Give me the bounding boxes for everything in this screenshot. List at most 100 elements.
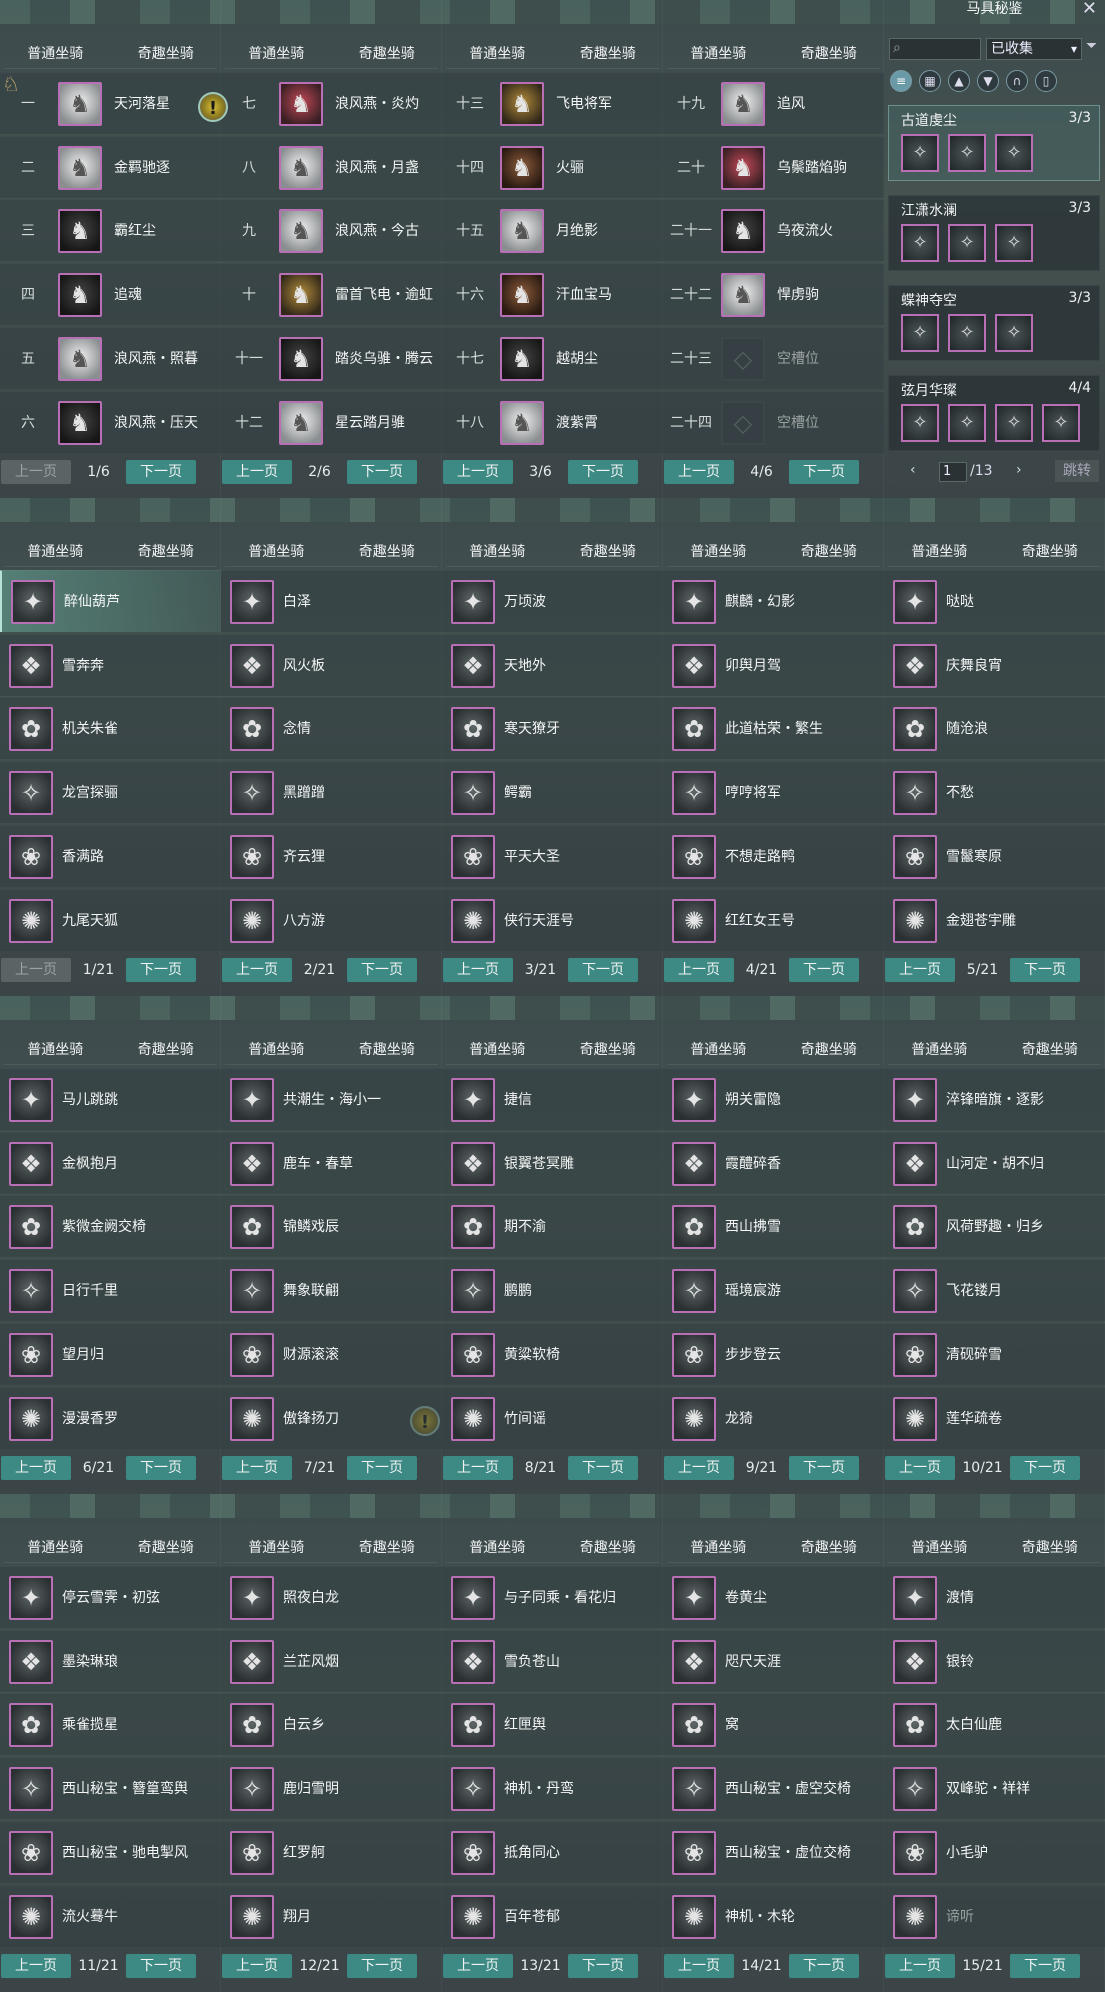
mount-row[interactable]: ✺ 九尾天狐 bbox=[0, 888, 221, 951]
mount-row[interactable]: ✧ 瑶境宸游 bbox=[663, 1259, 884, 1322]
mount-row[interactable]: ❀ 齐云狸 bbox=[221, 824, 442, 887]
mount-row[interactable]: 十八 ♞ 渡紫霄 bbox=[442, 390, 663, 453]
prev-page-button[interactable]: 上一页 bbox=[1, 1456, 71, 1480]
mount-row[interactable]: ✿ 窝 bbox=[663, 1693, 884, 1756]
prev-page-button[interactable]: 上一页 bbox=[664, 958, 734, 982]
mount-row[interactable]: ✧ 哼哼将军 bbox=[663, 761, 884, 824]
mount-row[interactable]: ✦ 朔关雷隐 bbox=[663, 1068, 884, 1130]
mount-row[interactable]: 二十四 ◇ 空槽位 bbox=[663, 390, 884, 453]
mount-row[interactable]: ✿ 机关朱雀 bbox=[0, 697, 221, 760]
mount-row[interactable]: ✧ 双峰驼・祥祥 bbox=[884, 1757, 1105, 1820]
mount-row[interactable]: ❀ 抵角同心 bbox=[442, 1820, 663, 1883]
tab-normal-mounts[interactable]: 普通坐骑 bbox=[663, 1536, 774, 1560]
mount-row[interactable]: ✦ 共潮生・海小一 bbox=[221, 1068, 442, 1130]
mount-row[interactable]: ✺ 侠行天涯号 bbox=[442, 888, 663, 951]
mount-row[interactable]: ✺ 谛听 bbox=[884, 1884, 1105, 1947]
mount-row[interactable]: ✧ 西山秘宝・虚空交椅 bbox=[663, 1757, 884, 1820]
tab-fun-mounts[interactable]: 奇趣坐骑 bbox=[111, 1536, 222, 1560]
mount-row[interactable]: ✿ 念情 bbox=[221, 697, 442, 760]
prev-page-button[interactable]: 上一页 bbox=[443, 958, 513, 982]
tab-normal-mounts[interactable]: 普通坐骑 bbox=[884, 1038, 995, 1062]
mount-row[interactable]: 五 ♞ 浪风燕・照暮 bbox=[0, 326, 221, 389]
mount-row[interactable]: 二十 ♞ 乌鬃踏焰驹 bbox=[663, 135, 884, 198]
mount-row[interactable]: ✦ 渡情 bbox=[884, 1566, 1105, 1628]
grid-icon[interactable]: ▦ bbox=[919, 70, 941, 92]
mount-row[interactable]: ✺ 流火蓦牛 bbox=[0, 1884, 221, 1947]
mount-row[interactable]: ✧ 龙宫探骊 bbox=[0, 761, 221, 824]
mount-row[interactable]: ✿ 锦鳞戏辰 bbox=[221, 1195, 442, 1258]
tab-normal-mounts[interactable]: 普通坐骑 bbox=[663, 1038, 774, 1062]
mount-row[interactable]: ❀ 财源滚滚 bbox=[221, 1322, 442, 1385]
mount-row[interactable]: ❖ 鹿车・春草 bbox=[221, 1131, 442, 1194]
next-page-button[interactable]: 下一页 bbox=[347, 1954, 417, 1978]
mount-row[interactable]: ❀ 香满路 bbox=[0, 824, 221, 887]
tab-fun-mounts[interactable]: 奇趣坐骑 bbox=[332, 1038, 443, 1062]
equipment-item-icon[interactable]: ✧ bbox=[995, 134, 1033, 172]
mount-row[interactable]: ✺ 漫漫香罗 bbox=[0, 1386, 221, 1449]
mount-row[interactable]: ✧ 飞花镂月 bbox=[884, 1259, 1105, 1322]
equipment-item-icon[interactable]: ✧ bbox=[901, 134, 939, 172]
mount-row[interactable]: 十 ♞ 雷首飞电・逾虹 bbox=[221, 263, 442, 326]
mount-row[interactable]: 二十二 ♞ 悍虏驹 bbox=[663, 263, 884, 326]
equipment-item-icon[interactable]: ✧ bbox=[1042, 404, 1080, 442]
mount-row[interactable]: ❖ 庆舞良宵 bbox=[884, 633, 1105, 696]
mount-row[interactable]: ✦ 哒哒 bbox=[884, 570, 1105, 632]
equipment-set-card[interactable]: 蝶神夺空 3/3 ✧ ✧ ✧ bbox=[888, 285, 1100, 361]
tab-normal-mounts[interactable]: 普通坐骑 bbox=[884, 540, 995, 564]
mount-row[interactable]: 二 ♞ 金羁驰逐 bbox=[0, 135, 221, 198]
mount-row[interactable]: 二十一 ♞ 乌夜流火 bbox=[663, 199, 884, 262]
mount-row[interactable]: ❖ 卯舆月驾 bbox=[663, 633, 884, 696]
mount-row[interactable]: ❀ 小毛驴 bbox=[884, 1820, 1105, 1883]
mount-row[interactable]: ✦ 淬锋暗旗・逐影 bbox=[884, 1068, 1105, 1130]
mount-row[interactable]: ❖ 银翼苍冥雕 bbox=[442, 1131, 663, 1194]
tab-normal-mounts[interactable]: 普通坐骑 bbox=[663, 540, 774, 564]
chevron-left-icon[interactable]: ‹ bbox=[910, 462, 916, 478]
mount-row[interactable]: 四 ♞ 追魂 bbox=[0, 263, 221, 326]
mount-row[interactable]: ✧ 神机・丹鸾 bbox=[442, 1757, 663, 1820]
mount-row[interactable]: ❀ 清砚碎雪 bbox=[884, 1322, 1105, 1385]
page-number-input[interactable]: 1 bbox=[939, 462, 967, 482]
notice-icon[interactable]: ! bbox=[198, 92, 228, 122]
mount-row[interactable]: ❖ 金枫抱月 bbox=[0, 1131, 221, 1194]
mount-row[interactable]: 十三 ♞ 飞电将军 bbox=[442, 72, 663, 134]
mount-row[interactable]: ✧ 鹏鹏 bbox=[442, 1259, 663, 1322]
equipment-item-icon[interactable]: ✧ bbox=[901, 224, 939, 262]
mount-row[interactable]: ❖ 雪奔奔 bbox=[0, 633, 221, 696]
prev-page-button[interactable]: 上一页 bbox=[885, 958, 955, 982]
mount-row[interactable]: ✦ 照夜白龙 bbox=[221, 1566, 442, 1628]
mount-row[interactable]: ❖ 山河定・胡不归 bbox=[884, 1131, 1105, 1194]
next-page-button[interactable]: 下一页 bbox=[347, 1456, 417, 1480]
prev-page-button[interactable]: 上一页 bbox=[222, 958, 292, 982]
mount-row[interactable]: ✺ 神机・木轮 bbox=[663, 1884, 884, 1947]
mount-row[interactable]: ✦ 与子同乘・看花归 bbox=[442, 1566, 663, 1628]
mount-row[interactable]: ❖ 墨染琳琅 bbox=[0, 1629, 221, 1692]
tab-fun-mounts[interactable]: 奇趣坐骑 bbox=[332, 1536, 443, 1560]
prev-page-button[interactable]: 上一页 bbox=[664, 1456, 734, 1480]
tab-fun-mounts[interactable]: 奇趣坐骑 bbox=[995, 540, 1105, 564]
mount-row[interactable]: ✧ 不愁 bbox=[884, 761, 1105, 824]
tab-normal-mounts[interactable]: 普通坐骑 bbox=[442, 1536, 553, 1560]
mount-row[interactable]: ✦ 卷黄尘 bbox=[663, 1566, 884, 1628]
prev-page-button[interactable]: 上一页 bbox=[222, 460, 292, 484]
mount-row[interactable]: 六 ♞ 浪风燕・压天 bbox=[0, 390, 221, 453]
mount-row[interactable]: ❀ 望月归 bbox=[0, 1322, 221, 1385]
equipment-item-icon[interactable]: ✧ bbox=[995, 224, 1033, 262]
next-page-button[interactable]: 下一页 bbox=[1010, 1456, 1080, 1480]
mount-row[interactable]: ✦ 捷信 bbox=[442, 1068, 663, 1130]
mount-row[interactable]: 一 ♞ 天河落星 bbox=[0, 72, 221, 134]
mount-row[interactable]: ❖ 兰芷风烟 bbox=[221, 1629, 442, 1692]
mount-row[interactable]: ✿ 西山拂雪 bbox=[663, 1195, 884, 1258]
tab-normal-mounts[interactable]: 普通坐骑 bbox=[221, 540, 332, 564]
tab-normal-mounts[interactable]: 普通坐骑 bbox=[0, 540, 111, 564]
tab-fun-mounts[interactable]: 奇趣坐骑 bbox=[553, 540, 664, 564]
tab-fun-mounts[interactable]: 奇趣坐骑 bbox=[111, 42, 222, 66]
prev-page-button[interactable]: 上一页 bbox=[222, 1954, 292, 1978]
tab-normal-mounts[interactable]: 普通坐骑 bbox=[0, 1536, 111, 1560]
mount-row[interactable]: ✧ 舞象联翩 bbox=[221, 1259, 442, 1322]
mount-row[interactable]: ✦ 麒麟・幻影 bbox=[663, 570, 884, 632]
next-page-button[interactable]: 下一页 bbox=[789, 1954, 859, 1978]
tab-normal-mounts[interactable]: 普通坐骑 bbox=[0, 1038, 111, 1062]
mount-row[interactable]: ✿ 风荷野趣・归乡 bbox=[884, 1195, 1105, 1258]
prev-page-button[interactable]: 上一页 bbox=[443, 1456, 513, 1480]
next-page-button[interactable]: 下一页 bbox=[126, 1456, 196, 1480]
